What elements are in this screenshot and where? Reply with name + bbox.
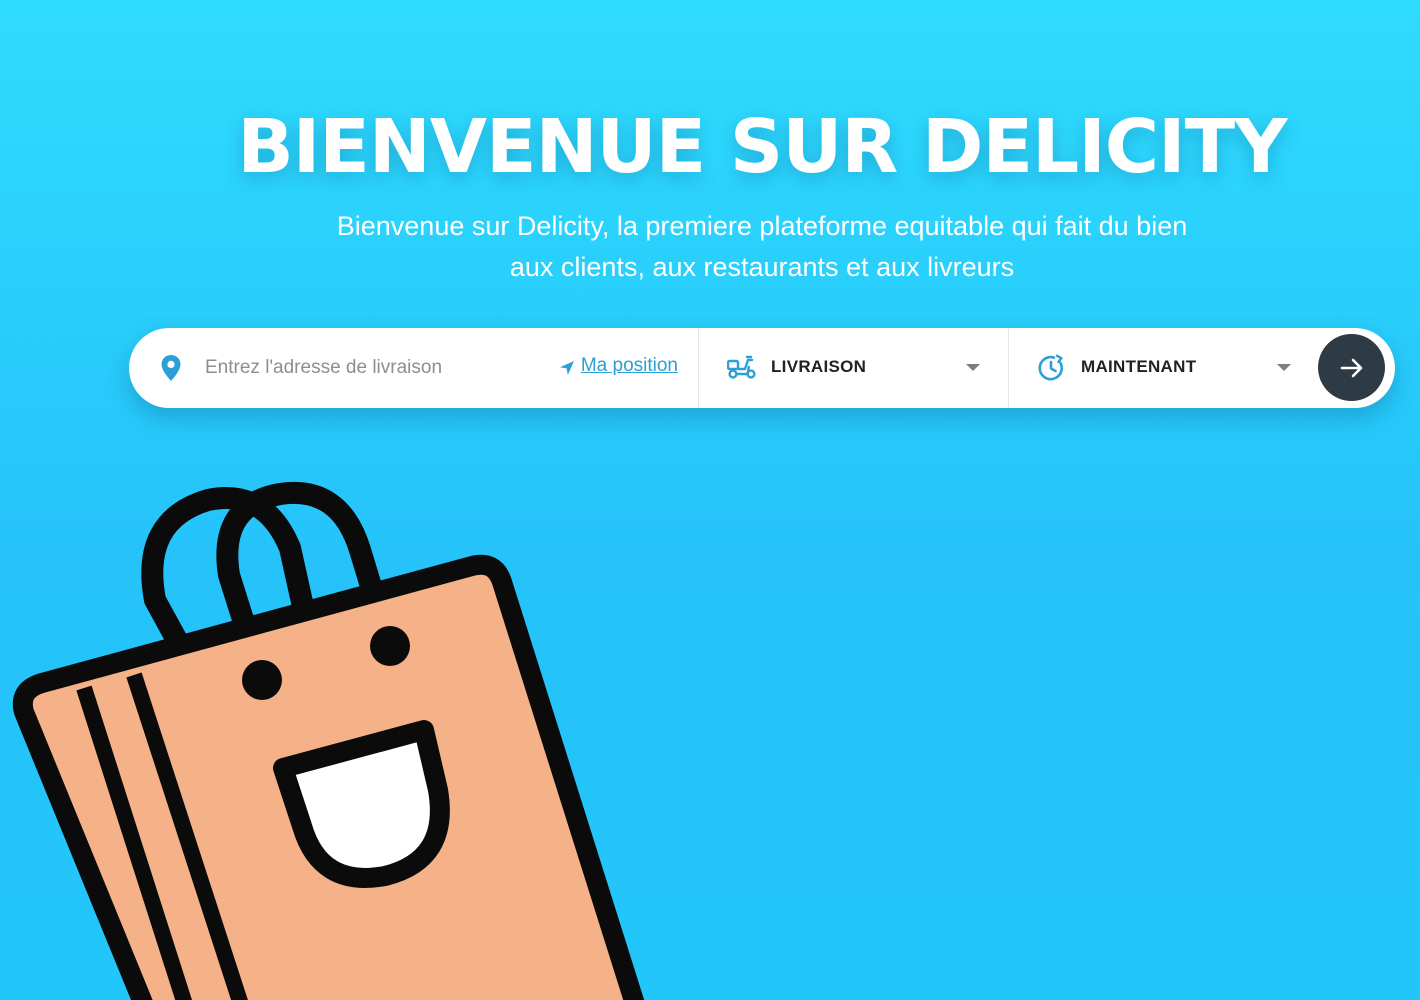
clock-icon bbox=[1038, 354, 1064, 381]
shopping-bag-illustration bbox=[12, 481, 645, 1000]
delivery-mode-select[interactable]: LIVRAISON bbox=[699, 328, 1009, 408]
chevron-down-icon bbox=[966, 364, 980, 371]
delivery-time-select[interactable]: MAINTENANT bbox=[1009, 328, 1319, 408]
scooter-icon bbox=[727, 355, 756, 379]
my-position-label: Ma position bbox=[580, 355, 678, 376]
hero-title: BIENVENUE SUR DELICITY bbox=[237, 104, 1287, 190]
delivery-time-value: MAINTENANT bbox=[1081, 357, 1197, 376]
hero-subtitle: Bienvenue sur Delicity, la premiere plat… bbox=[336, 211, 1188, 282]
my-position-link[interactable]: Ma position bbox=[559, 355, 678, 377]
map-pin-icon bbox=[161, 355, 181, 381]
delivery-mode-value: LIVRAISON bbox=[771, 357, 867, 376]
arrow-right-icon bbox=[1340, 358, 1362, 377]
navigation-arrow-icon bbox=[559, 360, 574, 375]
delivery-search-bar: Ma position LIVRAISON MAINTENANT bbox=[129, 328, 1395, 408]
address-field-group: Ma position bbox=[129, 328, 699, 408]
chevron-down-icon bbox=[1277, 364, 1291, 371]
address-input[interactable] bbox=[205, 352, 535, 384]
search-submit-button[interactable] bbox=[1318, 334, 1385, 401]
